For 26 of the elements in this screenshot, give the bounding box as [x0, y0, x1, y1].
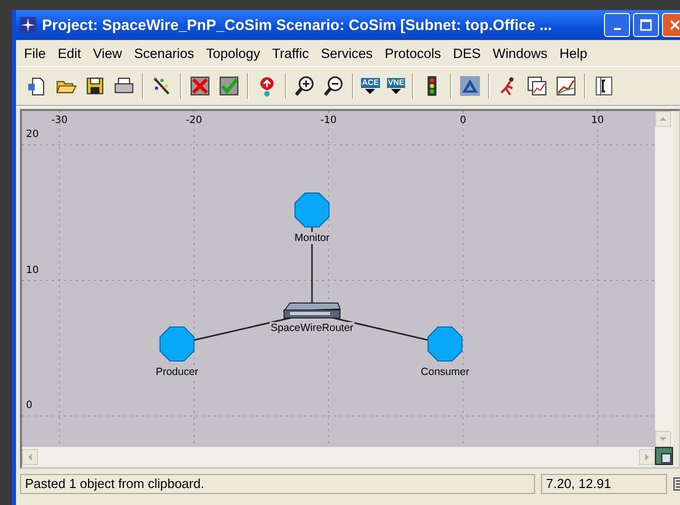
node-label: Monitor [294, 232, 330, 244]
axis-label: -20 [186, 115, 202, 126]
menu-item[interactable]: Topology [200, 46, 266, 60]
menu-item[interactable]: Services [314, 46, 379, 60]
node-label: SpaceWireRouter [270, 322, 354, 334]
menu-item[interactable]: Traffic [266, 46, 315, 60]
menu-item[interactable]: View [87, 46, 128, 60]
cursor-coordinates: 7.20, 12.91 [541, 474, 667, 494]
axis-label: 0 [460, 115, 466, 126]
menu-item[interactable]: Edit [52, 46, 88, 60]
axis-label: 10 [591, 115, 604, 126]
menu-item[interactable]: Scenarios [128, 46, 200, 60]
node-label: Consumer [420, 366, 470, 378]
axis-label: 0 [26, 400, 32, 411]
menu-item[interactable]: Protocols [378, 46, 447, 60]
axis-label: -30 [51, 115, 68, 126]
axis-label: 10 [26, 264, 39, 276]
axis-label: -10 [320, 115, 337, 126]
menu-item[interactable]: Help [554, 46, 594, 60]
window-title: Project: SpaceWire_PnP_CoSim Scenario: CoSim [Subnet: top.Office ... [42, 16, 553, 34]
menu-item[interactable]: DES [446, 46, 487, 60]
menu-item[interactable]: Windows [486, 46, 554, 60]
axis-label: 20 [26, 129, 39, 140]
node-label: Producer [154, 366, 200, 378]
menu-item[interactable]: File [18, 46, 52, 60]
status-message: Pasted 1 object from clipboard. [20, 474, 535, 494]
